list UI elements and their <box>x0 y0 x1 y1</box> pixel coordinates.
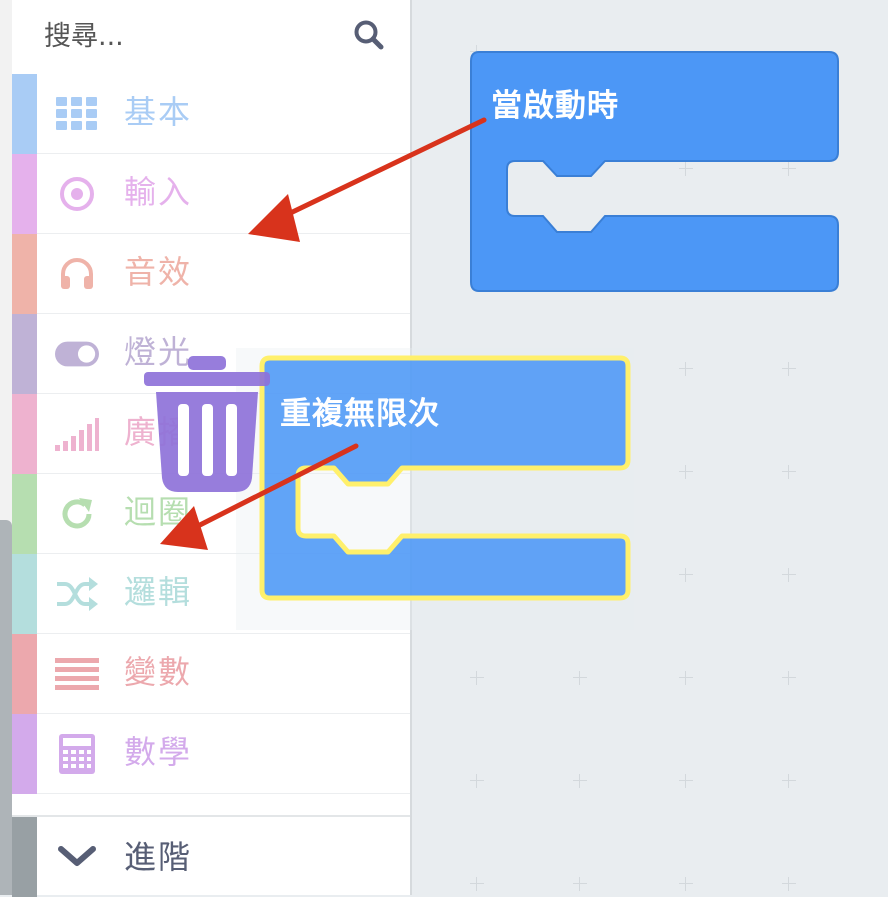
category-label: 迴圈 <box>124 493 193 531</box>
grid-mark <box>782 877 796 891</box>
list-lines-icon <box>55 654 99 694</box>
category-color-bar <box>12 817 37 897</box>
signal-bars-icon <box>55 414 99 454</box>
grid-mark <box>679 671 693 685</box>
grid-mark <box>782 568 796 582</box>
grid-mark <box>679 774 693 788</box>
grid-mark <box>679 568 693 582</box>
category-label: 音效 <box>124 253 193 291</box>
category-color-bar <box>12 74 37 154</box>
search-input[interactable] <box>44 16 344 56</box>
category-color-bar <box>12 154 37 234</box>
grid-mark <box>573 671 587 685</box>
category-color-bar <box>12 714 37 794</box>
grid-mark <box>679 877 693 891</box>
category-basic[interactable]: 基本 <box>12 74 410 154</box>
grid-icon <box>55 94 99 134</box>
toolbox-search <box>12 0 410 74</box>
category-color-bar <box>12 234 37 314</box>
category-color-bar <box>12 634 37 714</box>
shuffle-icon <box>55 574 99 614</box>
grid-mark <box>573 877 587 891</box>
category-label: 邏輯 <box>124 573 193 611</box>
grid-mark <box>679 362 693 376</box>
grid-mark <box>470 877 484 891</box>
grid-mark <box>782 671 796 685</box>
left-edge-strip <box>0 0 12 895</box>
category-color-bar <box>12 314 37 394</box>
refresh-icon <box>55 494 99 534</box>
category-math[interactable]: 數學 <box>12 714 410 794</box>
grid-mark <box>782 465 796 479</box>
radio-target-icon <box>55 174 99 214</box>
grid-mark <box>782 362 796 376</box>
category-label: 變數 <box>124 653 193 691</box>
category-advanced[interactable]: 進階 <box>12 815 410 897</box>
toggle-icon <box>55 334 99 374</box>
forever-label: 重複無限次 <box>280 396 440 432</box>
category-input[interactable]: 輸入 <box>12 154 410 234</box>
dragged-forever-block[interactable]: 重複無限次 <box>236 348 634 630</box>
grid-mark <box>470 774 484 788</box>
grid-mark <box>573 774 587 788</box>
category-color-bar <box>12 394 37 474</box>
headphones-icon <box>55 254 99 294</box>
collapsed-panel <box>0 520 12 895</box>
calculator-icon <box>55 734 99 774</box>
grid-mark <box>679 465 693 479</box>
grid-mark <box>470 671 484 685</box>
on-start-block[interactable]: 當啟動時 <box>469 50 841 294</box>
category-label: 數學 <box>124 733 193 771</box>
category-variables[interactable]: 變數 <box>12 634 410 714</box>
category-label: 進階 <box>124 838 193 876</box>
search-icon[interactable] <box>352 18 386 52</box>
category-color-bar <box>12 554 37 634</box>
category-label: 基本 <box>124 93 193 131</box>
category-color-bar <box>12 474 37 554</box>
grid-mark <box>782 774 796 788</box>
category-music[interactable]: 音效 <box>12 234 410 314</box>
category-label: 輸入 <box>124 173 193 211</box>
on-start-label: 當啟動時 <box>491 88 619 124</box>
forever-block-shape <box>236 348 634 630</box>
trash-icon[interactable] <box>142 352 272 497</box>
chevron-down-icon <box>55 839 99 879</box>
